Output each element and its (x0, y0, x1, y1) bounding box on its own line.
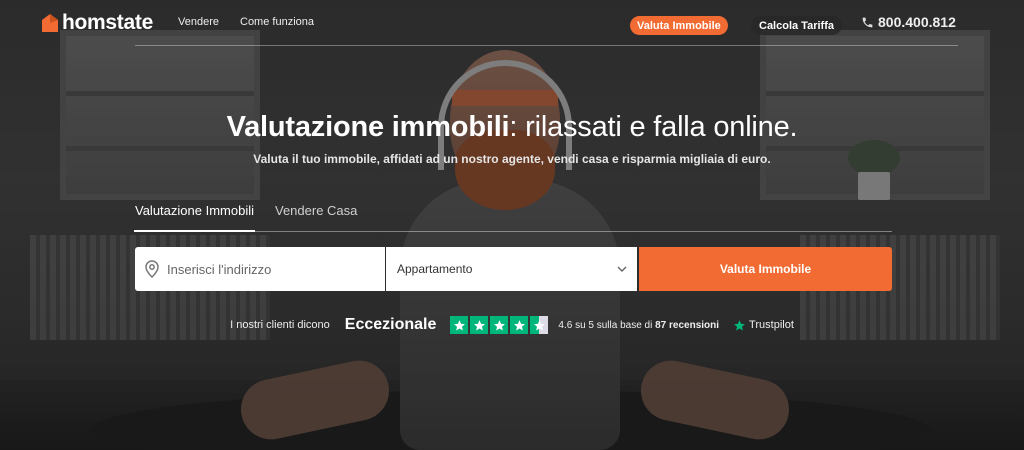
trustpilot-widget[interactable]: I nostri clienti dicono Eccezionale 4.6 … (0, 314, 1024, 336)
trustpilot-logo: Trustpilot (733, 319, 794, 332)
trust-intro: I nostri clienti dicono (230, 319, 330, 331)
address-field[interactable] (135, 247, 385, 291)
trust-score: 4.6 su 5 sulla base di 87 recensioni (558, 320, 719, 331)
brand-logo[interactable]: homstate (42, 11, 153, 35)
house-icon (42, 14, 58, 32)
trust-rating-word: Eccezionale (344, 316, 437, 333)
nav-link-vendere[interactable]: Vendere (178, 16, 219, 28)
top-nav: homstate Vendere Come funziona Valuta Im… (0, 0, 1024, 46)
brand-name: homstate (62, 11, 153, 34)
star-icon (450, 316, 469, 334)
star-icon (470, 316, 489, 334)
hero-title-rest: : rilassati e falla online. (509, 111, 798, 143)
trust-review-count: 87 recensioni (655, 319, 720, 331)
address-input[interactable] (167, 261, 367, 277)
star-icon (490, 316, 509, 334)
nav-link-come-funziona[interactable]: Come funziona (240, 16, 314, 28)
calcola-tariffa-button[interactable]: Calcola Tariffa (751, 16, 842, 35)
star-icon (510, 316, 529, 334)
valuation-form: Appartamento Valuta Immobile (135, 247, 892, 291)
hero-title: Valutazione immobili: rilassati e falla … (0, 111, 1024, 144)
hero-title-bold: Valutazione immobili (226, 111, 510, 143)
tab-valutazione-immobili[interactable]: Valutazione Immobili (134, 203, 255, 232)
nav-divider (135, 45, 958, 46)
phone-icon (861, 16, 874, 29)
valuta-immobile-submit-button[interactable]: Valuta Immobile (639, 247, 892, 291)
valuta-immobile-nav-button[interactable]: Valuta Immobile (630, 16, 728, 35)
trustpilot-star-icon (733, 319, 746, 332)
trust-score-text: 4.6 su 5 sulla base di (558, 319, 653, 331)
hero-subtitle: Valuta il tuo immobile, affidati ad un n… (253, 152, 771, 166)
chevron-down-icon (617, 266, 627, 272)
star-half-icon (530, 316, 549, 334)
trustpilot-name: Trustpilot (749, 319, 794, 331)
location-pin-icon (145, 260, 159, 278)
phone-link[interactable]: 800.400.812 (861, 14, 956, 30)
phone-number: 800.400.812 (878, 14, 956, 30)
property-type-select[interactable]: Appartamento (386, 247, 637, 291)
form-tabs: Valutazione Immobili Vendere Casa (134, 202, 892, 232)
tab-vendere-casa[interactable]: Vendere Casa (275, 203, 357, 218)
tabs-divider (135, 231, 892, 232)
rating-stars (450, 316, 549, 334)
property-type-value: Appartamento (397, 262, 473, 276)
